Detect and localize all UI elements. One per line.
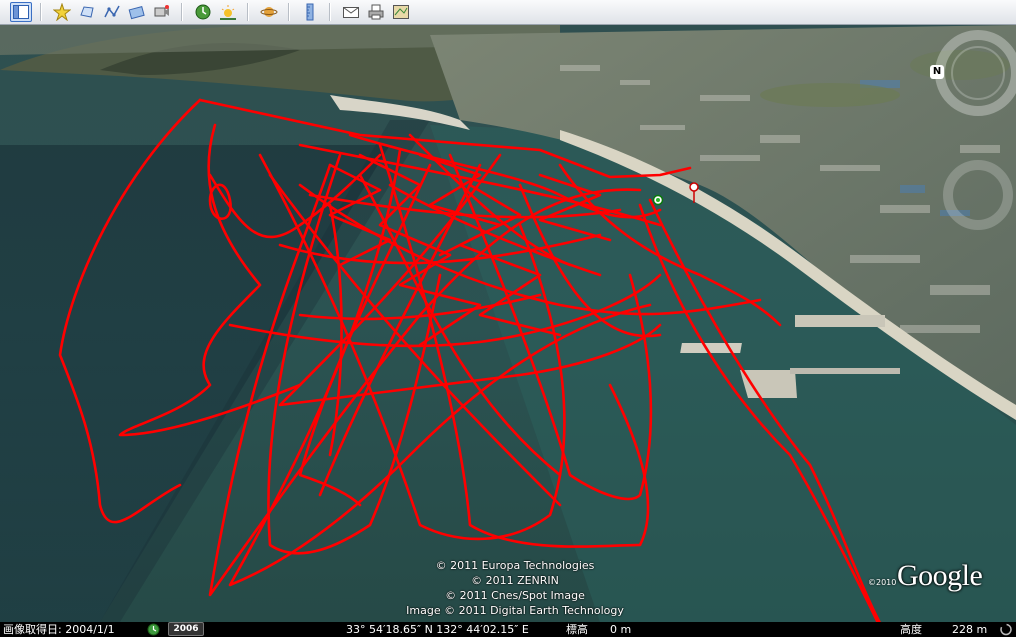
add-image-overlay-icon[interactable] [126, 2, 148, 22]
toolbar-separator [288, 3, 290, 21]
elevation-value: 0 m [610, 623, 632, 636]
copyright-line: © 2011 ZENRIN [471, 574, 559, 587]
print-icon[interactable] [365, 2, 387, 22]
track-start-marker [652, 194, 664, 206]
earth-view [0, 25, 1016, 622]
ruler-icon[interactable] [299, 2, 321, 22]
historical-imagery-clock-icon[interactable] [147, 623, 160, 636]
record-tour-icon[interactable] [151, 2, 173, 22]
copyright-line: © 2011 Cnes/Spot Image [445, 589, 585, 602]
toolbar [0, 0, 1016, 25]
add-placemark-icon[interactable] [51, 2, 73, 22]
copyright-line: © 2011 Europa Technologies [435, 559, 595, 572]
planets-icon[interactable] [258, 2, 280, 22]
copyright-line: Image © 2011 Digital Earth Technology [406, 604, 624, 617]
google-logo: Google [897, 559, 983, 592]
streaming-status-icon [1000, 623, 1012, 636]
toolbar-separator [181, 3, 183, 21]
sunlight-icon[interactable] [217, 2, 239, 22]
status-bar: 画像取得日: 2004/1/1 2006 33° 54′18.65″ N 132… [0, 622, 1016, 637]
elevation-label: 標高 [566, 623, 588, 636]
compass-north-label[interactable]: N [930, 65, 944, 79]
sidebar-toggle-icon[interactable] [10, 2, 32, 22]
imagery-date: 画像取得日: 2004/1/1 [3, 623, 115, 636]
eye-altitude-value: 228 m [952, 623, 988, 636]
add-path-icon[interactable] [101, 2, 123, 22]
view-in-maps-icon[interactable] [390, 2, 412, 22]
pointer-coordinates: 33° 54′18.65″ N 132° 44′02.15″ E [346, 623, 529, 636]
email-icon[interactable] [340, 2, 362, 22]
add-polygon-icon[interactable] [76, 2, 98, 22]
map-viewport[interactable]: N © 2011 Europa Technologies © 2011 ZENR… [0, 25, 1016, 622]
toolbar-separator [247, 3, 249, 21]
toolbar-separator [329, 3, 331, 21]
eye-altitude-label: 高度 [900, 623, 922, 636]
logo-year: ©2010 [868, 578, 897, 587]
historical-imagery-icon[interactable] [192, 2, 214, 22]
toolbar-separator [40, 3, 42, 21]
timeline-year-button[interactable]: 2006 [168, 622, 204, 636]
